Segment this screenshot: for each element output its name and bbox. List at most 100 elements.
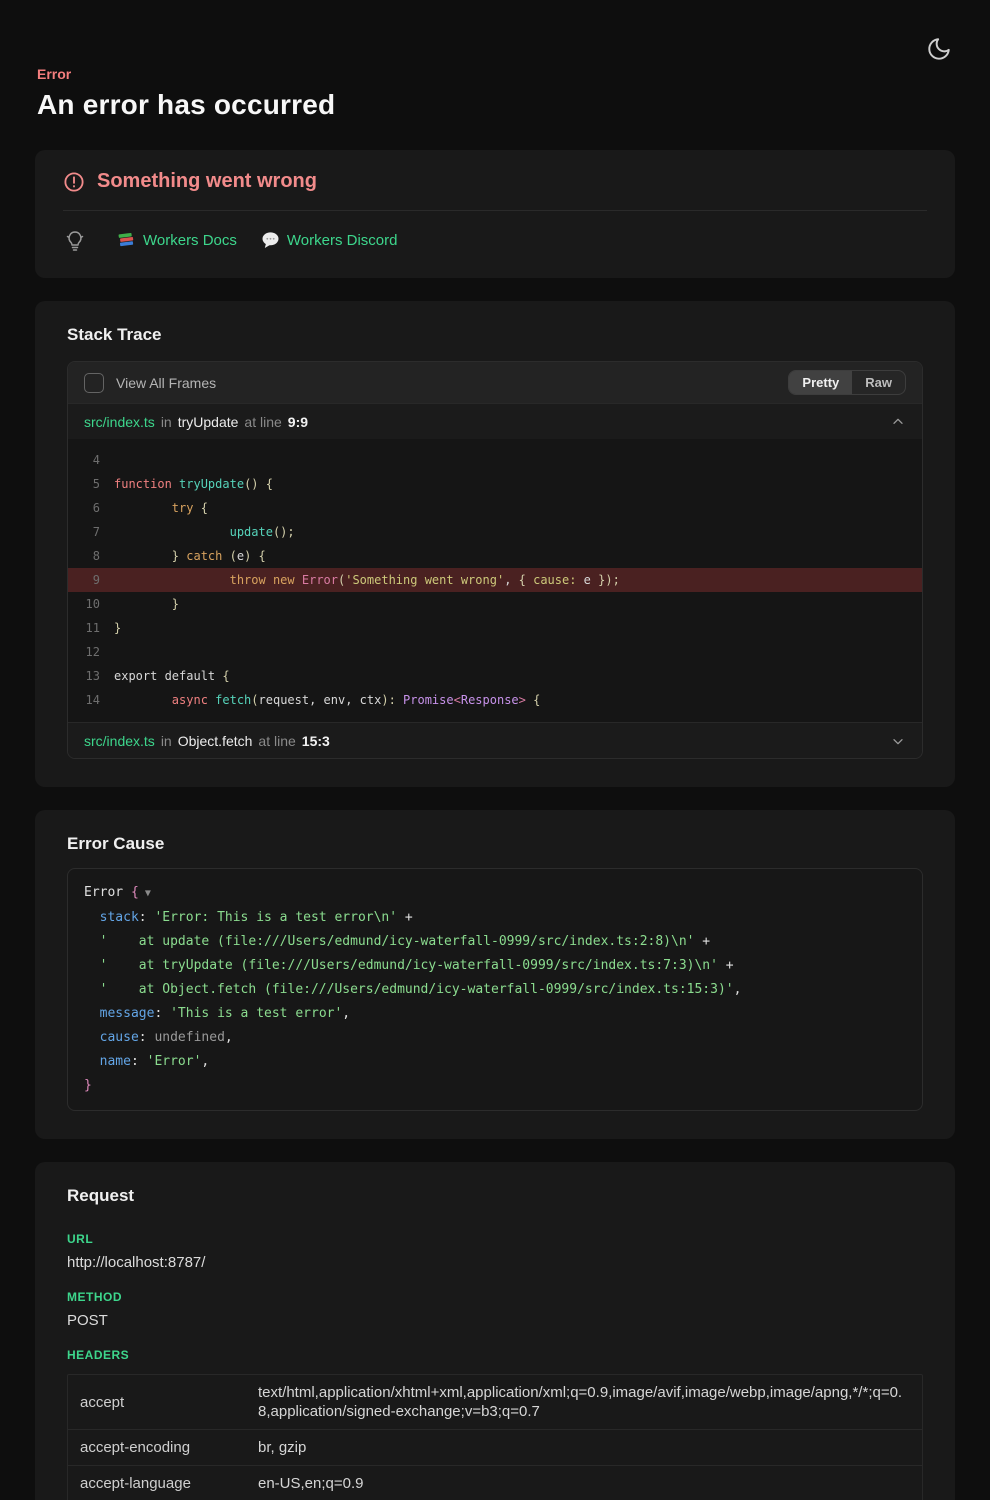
code-token: cause: xyxy=(533,573,576,587)
help-links-row: Workers Docs Workers Discord xyxy=(63,228,927,252)
workers-docs-link[interactable]: Workers Docs xyxy=(117,231,237,249)
method-label: METHOD xyxy=(67,1290,923,1304)
code-token: : xyxy=(154,1006,170,1021)
cause-line: stack: 'Error: This is a test error\n' + xyxy=(84,906,906,930)
header-name-cell: accept-language xyxy=(68,1467,258,1500)
request-title: Request xyxy=(67,1186,923,1206)
code-line: 13export default { xyxy=(68,664,922,688)
code-text: async fetch(request, env, ctx): Promise<… xyxy=(100,688,540,712)
line-number: 10 xyxy=(68,592,100,616)
code-token: , xyxy=(504,573,518,587)
chevron-down-icon xyxy=(890,733,906,749)
method-value: POST xyxy=(67,1312,923,1329)
code-text: function tryUpdate() { xyxy=(100,472,273,496)
code-token: < xyxy=(454,693,461,707)
code-token: ' at Object.fetch (file:///Users/edmund/… xyxy=(100,982,734,997)
stack-trace-card: Stack Trace View All Frames Pretty Raw s… xyxy=(35,301,955,787)
workers-docs-label: Workers Docs xyxy=(143,232,237,249)
code-token: e xyxy=(576,573,598,587)
code-token xyxy=(266,573,273,587)
code-token xyxy=(84,1006,100,1021)
code-token: tryUpdate xyxy=(179,477,244,491)
header-name-cell: accept xyxy=(68,1386,258,1419)
code-token: 'Error: This is a test error\n' xyxy=(154,910,397,925)
view-all-frames-label: View All Frames xyxy=(116,375,216,391)
code-token xyxy=(84,1054,100,1069)
code-token: : xyxy=(139,1030,155,1045)
view-all-frames-control[interactable]: View All Frames xyxy=(84,373,216,393)
moon-icon xyxy=(926,36,952,62)
code-token: + xyxy=(718,958,734,973)
code-token: e xyxy=(237,549,244,563)
header-value-cell: en-US,en;q=0.9 xyxy=(258,1466,922,1500)
headers-table: accepttext/html,application/xhtml+xml,ap… xyxy=(67,1374,923,1500)
code-token xyxy=(295,573,302,587)
code-line: 8 } catch (e) { xyxy=(68,544,922,568)
books-icon xyxy=(117,231,136,249)
url-label: URL xyxy=(67,1232,923,1246)
code-text: export default { xyxy=(100,664,230,688)
line-number: 7 xyxy=(68,520,100,544)
stack-frame-header-2[interactable]: src/index.ts in Object.fetch at line 15:… xyxy=(68,722,922,758)
code-token: function xyxy=(114,477,172,491)
line-number: 12 xyxy=(68,640,100,664)
code-token: , xyxy=(342,1006,350,1021)
chevron-up-icon xyxy=(890,414,906,430)
cause-line: ' at Object.fetch (file:///Users/edmund/… xyxy=(84,978,906,1002)
theme-toggle-button[interactable] xyxy=(924,34,954,64)
view-all-frames-checkbox[interactable] xyxy=(84,373,104,393)
code-token: undefined xyxy=(154,1030,224,1045)
frame-2-method: Object.fetch xyxy=(178,733,253,749)
code-token: : xyxy=(139,910,155,925)
code-token xyxy=(84,958,100,973)
code-token: async xyxy=(172,693,208,707)
code-token xyxy=(114,549,172,563)
code-text: } xyxy=(100,592,179,616)
format-toggle: Pretty Raw xyxy=(788,370,906,395)
cause-line: } xyxy=(84,1074,906,1098)
code-token: } xyxy=(172,549,186,563)
frame-2-line: 15:3 xyxy=(302,733,330,749)
code-token: throw xyxy=(230,573,266,587)
code-token: ' at update (file:///Users/edmund/icy-wa… xyxy=(100,934,695,949)
frame-1-at-word: at line xyxy=(244,414,281,430)
frame-2-at-word: at line xyxy=(258,733,295,749)
code-token: stack xyxy=(100,910,139,925)
code-token: export default xyxy=(114,669,222,683)
code-token: } xyxy=(84,1078,92,1093)
cause-line: ' at tryUpdate (file:///Users/edmund/icy… xyxy=(84,954,906,978)
code-text: } xyxy=(100,616,121,640)
line-number: 8 xyxy=(68,544,100,568)
header-row: accepttext/html,application/xhtml+xml,ap… xyxy=(68,1375,922,1430)
source-code-block: 45function tryUpdate() {6 try {7 update(… xyxy=(68,439,922,722)
code-token: + xyxy=(694,934,710,949)
code-line: 5function tryUpdate() { xyxy=(68,472,922,496)
frame-1-line: 9:9 xyxy=(288,414,308,430)
code-token: > xyxy=(519,693,526,707)
code-line: 7 update(); xyxy=(68,520,922,544)
code-token: request, env, ctx xyxy=(259,693,382,707)
collapse-toggle-icon[interactable]: ▼ xyxy=(139,888,151,899)
frame-1-description: src/index.ts in tryUpdate at line 9:9 xyxy=(84,414,308,430)
stack-frame-header-1[interactable]: src/index.ts in tryUpdate at line 9:9 xyxy=(68,403,922,439)
frame-1-method: tryUpdate xyxy=(178,414,239,430)
code-token xyxy=(396,693,403,707)
code-token xyxy=(114,693,172,707)
code-token: , xyxy=(201,1054,209,1069)
code-token: ): xyxy=(381,693,395,707)
workers-discord-link[interactable]: Workers Discord xyxy=(261,231,398,249)
code-token: 'Something went wrong' xyxy=(345,573,504,587)
code-token: } xyxy=(172,597,179,611)
code-text xyxy=(100,448,114,472)
code-token: : xyxy=(131,1054,147,1069)
code-token: message xyxy=(100,1006,155,1021)
code-text: throw new Error('Something went wrong', … xyxy=(100,568,620,592)
raw-toggle-button[interactable]: Raw xyxy=(852,371,905,394)
code-token: cause xyxy=(100,1030,139,1045)
code-token: new xyxy=(273,573,295,587)
page-title: An error has occurred xyxy=(37,89,952,121)
frame-2-description: src/index.ts in Object.fetch at line 15:… xyxy=(84,733,330,749)
pretty-toggle-button[interactable]: Pretty xyxy=(789,371,852,394)
code-token: Error xyxy=(302,573,338,587)
code-line: 11} xyxy=(68,616,922,640)
